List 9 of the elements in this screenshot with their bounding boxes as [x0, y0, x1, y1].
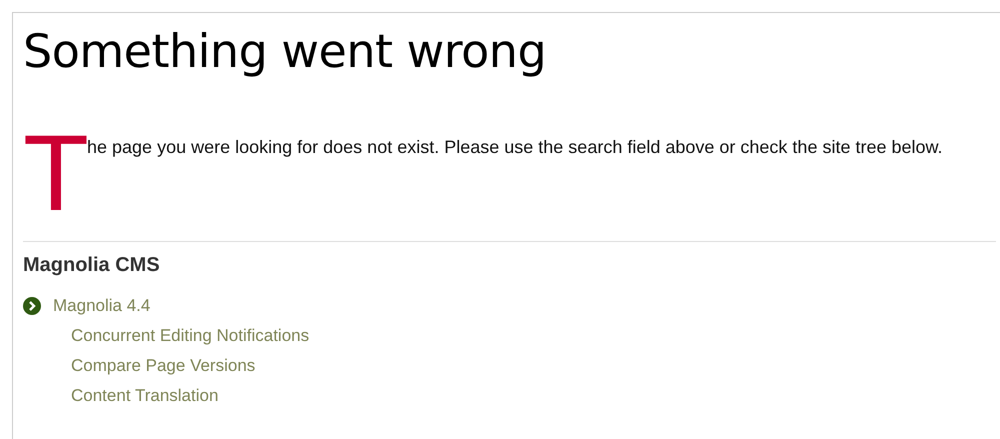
- chevron-circle-icon: [23, 297, 41, 315]
- tree-link[interactable]: Concurrent Editing Notifications: [71, 326, 310, 345]
- error-message: he page you were looking for does not exist. Please use the search field above or check the site tree below.: [87, 136, 943, 159]
- drop-cap: T: [23, 133, 87, 213]
- tree-link[interactable]: Content Translation: [71, 386, 218, 405]
- tree-link[interactable]: Magnolia 4.4: [53, 291, 150, 321]
- tree-link[interactable]: Compare Page Versions: [71, 356, 256, 375]
- page-title: Something went wrong: [23, 23, 548, 80]
- site-tree-heading: Magnolia CMS: [23, 254, 161, 277]
